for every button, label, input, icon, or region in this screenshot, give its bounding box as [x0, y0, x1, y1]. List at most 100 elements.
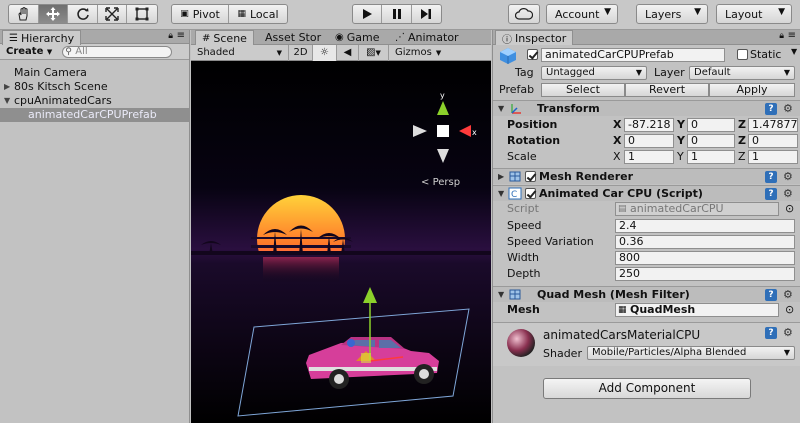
move-tool-button[interactable] — [38, 5, 69, 23]
help-icon[interactable]: ? — [765, 289, 777, 301]
local-button[interactable]: ▦ Local — [229, 5, 287, 23]
prefab-apply-button[interactable]: Apply — [709, 83, 795, 97]
tab-hierarchy[interactable]: ☰ Hierarchy — [2, 30, 82, 45]
static-label: Static — [750, 48, 782, 61]
hand-tool-button[interactable] — [9, 5, 39, 23]
object-picker-icon[interactable]: ⊙ — [785, 202, 794, 215]
tab-inspector[interactable]: ⓘ Inspector — [495, 30, 574, 46]
persp-label[interactable]: < Persp — [421, 177, 460, 188]
gear-icon[interactable]: ⚙ — [783, 102, 793, 115]
lock-icon[interactable]: 🔒︎ — [168, 31, 173, 41]
play-button[interactable] — [353, 5, 383, 23]
layers-dropdown[interactable]: Layers ▼ — [636, 4, 708, 24]
mesh-renderer-title: Mesh Renderer — [539, 170, 634, 183]
layout-dropdown[interactable]: Layout ▼ — [716, 4, 792, 24]
rotation-x-field[interactable]: 0 — [624, 134, 674, 148]
tab-asset-store[interactable]: Asset Stor — [259, 30, 327, 44]
gear-icon[interactable]: ⚙ — [783, 187, 793, 200]
position-y-field[interactable]: 0 — [687, 118, 735, 132]
rotation-x-label: X — [613, 134, 622, 147]
hierarchy-item-80s-kitsch-scene[interactable]: ▶ 80s Kitsch Scene — [0, 80, 189, 94]
gear-icon[interactable]: ⚙ — [783, 288, 793, 301]
help-icon[interactable]: ? — [765, 327, 777, 339]
object-picker-icon[interactable]: ⊙ — [785, 303, 794, 316]
chevron-down-icon: ▼ — [375, 48, 381, 57]
object-name-field[interactable]: animatedCarCPUPrefab — [541, 48, 725, 62]
tag-dropdown[interactable]: Untagged ▼ — [541, 66, 647, 80]
help-icon[interactable]: ? — [765, 171, 777, 183]
prefab-cube-icon — [499, 47, 517, 65]
speed-variation-field[interactable]: 0.36 — [615, 235, 795, 249]
help-icon[interactable]: ? — [765, 103, 777, 115]
mesh-field[interactable]: ▦ QuadMesh — [615, 303, 779, 317]
add-component-button[interactable]: Add Component — [543, 378, 751, 399]
effects-dropdown[interactable]: ▨ ▼ — [359, 44, 389, 61]
inspector-panel: ⓘ Inspector 🔒︎ ≡ animatedCarCPUPrefab St… — [492, 30, 800, 423]
account-dropdown[interactable]: Account ▼ — [546, 4, 618, 24]
chevron-down-icon[interactable]: ▼ — [791, 47, 797, 56]
inspector-tabbar: ⓘ Inspector 🔒︎ ≡ — [493, 30, 800, 46]
speaker-icon: ◀ — [343, 47, 352, 58]
rotation-z-field[interactable]: 0 — [748, 134, 798, 148]
lock-icon[interactable]: 🔒︎ — [779, 31, 784, 41]
scale-tool-button[interactable] — [98, 5, 128, 23]
rotate-tool-button[interactable] — [68, 5, 98, 23]
position-z-field[interactable]: 1.47877 — [748, 118, 798, 132]
help-icon[interactable]: ? — [765, 188, 777, 200]
audio-toggle[interactable]: ◀ — [337, 44, 359, 61]
script-title: Animated Car CPU (Script) — [539, 187, 703, 200]
local-label: Local — [250, 7, 279, 21]
material-section: animatedCarsMaterialCPU Shader Mobile/Pa… — [493, 322, 800, 366]
prefab-revert-button[interactable]: Revert — [625, 83, 709, 97]
shader-dropdown[interactable]: Mobile/Particles/Alpha Blended ▼ — [587, 346, 795, 360]
mesh-renderer-header[interactable]: ▶ Mesh Renderer ? ⚙ — [493, 168, 800, 184]
step-button[interactable] — [412, 5, 441, 23]
panel-menu-icon[interactable]: ≡ — [177, 30, 185, 41]
width-field[interactable]: 800 — [615, 251, 795, 265]
scene-viewport[interactable]: y x < Persp — [191, 61, 491, 423]
scale-x-field[interactable]: 1 — [624, 150, 674, 164]
script-enabled-checkbox[interactable] — [525, 188, 536, 199]
expand-arrow-icon[interactable]: ▶ — [4, 80, 10, 94]
scale-y-field[interactable]: 1 — [687, 150, 735, 164]
gear-icon[interactable]: ⚙ — [783, 170, 793, 183]
create-button[interactable]: Create ▼ — [6, 46, 52, 57]
gizmos-dropdown[interactable]: Gizmos ▼ — [389, 45, 447, 61]
panel-menu-icon[interactable]: ≡ — [788, 30, 796, 41]
hierarchy-item-main-camera[interactable]: Main Camera — [0, 66, 189, 80]
rotate-icon — [76, 8, 89, 20]
layer-dropdown[interactable]: Default ▼ — [689, 66, 795, 80]
transform-header[interactable]: ▼ Transform ? ⚙ — [493, 100, 800, 116]
cloud-button[interactable] — [508, 4, 540, 24]
animated-car-cpu-header[interactable]: ▼ C Animated Car CPU (Script) ? ⚙ — [493, 185, 800, 201]
hierarchy-item-cpu-animated-cars[interactable]: ▼ cpuAnimatedCars — [0, 94, 189, 108]
collapse-arrow-icon[interactable]: ▼ — [4, 94, 10, 108]
rotation-y-field[interactable]: 0 — [687, 134, 735, 148]
prefab-select-button[interactable]: Select — [541, 83, 625, 97]
scale-z-field[interactable]: 1 — [748, 150, 798, 164]
shader-value: Mobile/Particles/Alpha Blended — [592, 347, 747, 358]
pause-button[interactable] — [382, 5, 412, 23]
mesh-filter-icon — [508, 288, 522, 304]
rect-tool-button[interactable] — [127, 5, 157, 23]
hierarchy-subbar: Create ▼ ⚲ All — [0, 44, 189, 60]
speed-field[interactable]: 2.4 — [615, 219, 795, 233]
mode-2d-button[interactable]: 2D — [289, 44, 313, 61]
tab-animator[interactable]: ⋰ Animator — [389, 30, 465, 44]
tab-game[interactable]: ◉ Game — [329, 30, 385, 44]
position-label: Position — [507, 118, 558, 131]
gear-icon[interactable]: ⚙ — [783, 326, 793, 339]
tab-scene[interactable]: # Scene — [195, 30, 254, 45]
hierarchy-item-animated-car-cpu-prefab[interactable]: animatedCarCPUPrefab — [0, 108, 189, 122]
shading-mode-dropdown[interactable]: Shaded ▼ — [191, 44, 289, 61]
static-checkbox[interactable] — [737, 49, 748, 60]
active-checkbox[interactable] — [527, 49, 538, 60]
plane-handle[interactable] — [361, 353, 371, 363]
mesh-renderer-enabled-checkbox[interactable] — [525, 171, 536, 182]
mesh-filter-header[interactable]: ▼ Quad Mesh (Mesh Filter) ? ⚙ — [493, 286, 800, 302]
position-x-field[interactable]: -87.218 — [624, 118, 674, 132]
depth-field[interactable]: 250 — [615, 267, 795, 281]
lighting-toggle[interactable]: ☼ — [313, 44, 337, 61]
hierarchy-search-input[interactable]: ⚲ All — [62, 45, 173, 58]
pivot-button[interactable]: ▣ Pivot — [172, 5, 230, 23]
